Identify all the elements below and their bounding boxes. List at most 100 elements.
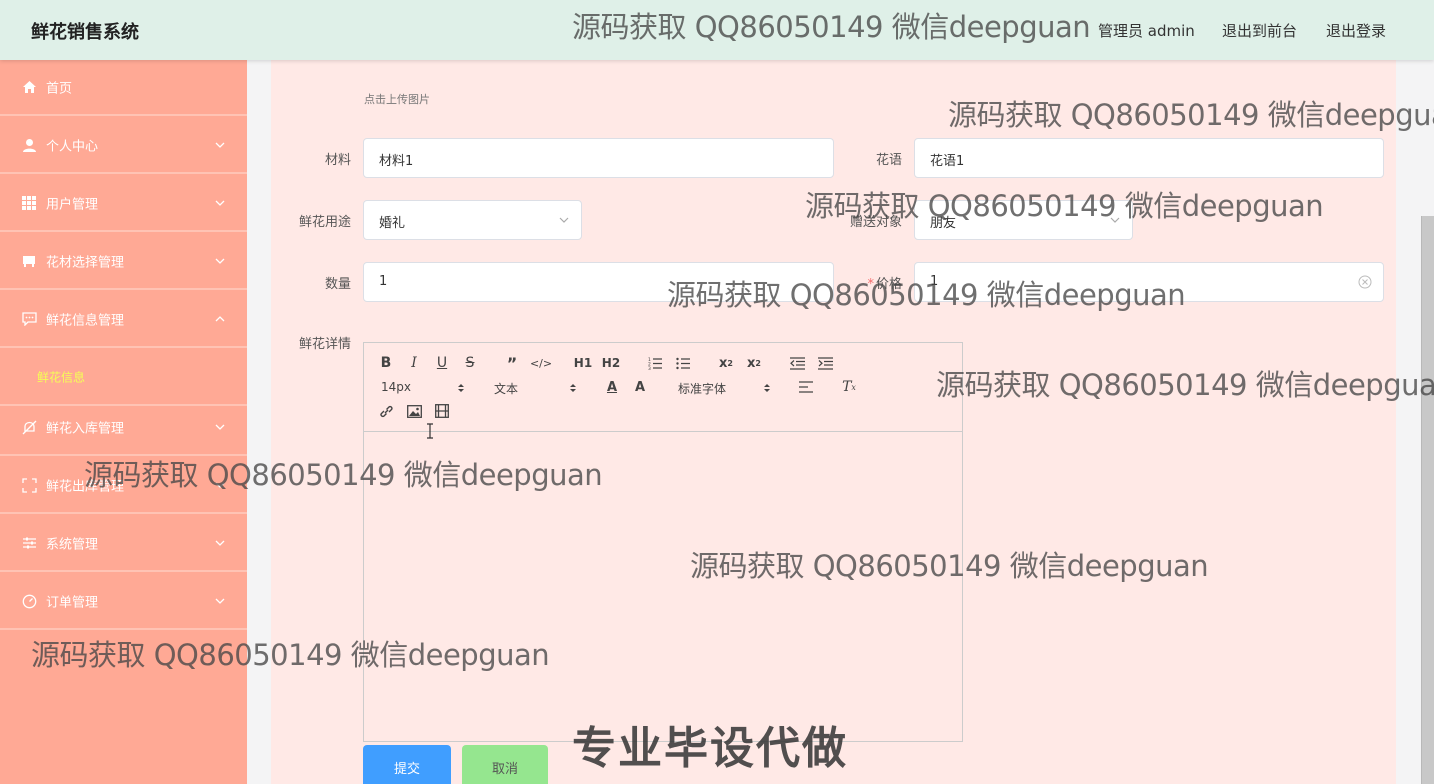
ordered-list-icon[interactable]: 123: [645, 354, 665, 372]
sidebar-item-home[interactable]: 首页: [0, 60, 247, 116]
align-icon[interactable]: [796, 378, 816, 396]
sidebar-item-system[interactable]: 系统管理: [0, 516, 247, 572]
blockquote-icon[interactable]: ”: [502, 354, 522, 373]
watermark: 源码获取 QQ86050149 微信deepguan: [572, 10, 1091, 44]
outdent-icon[interactable]: [787, 354, 807, 372]
svg-text:3: 3: [648, 366, 651, 370]
cancel-button[interactable]: 取消: [462, 745, 548, 784]
superscript-icon[interactable]: x2: [744, 354, 764, 372]
watermark-large: 专业毕设代做: [572, 723, 848, 774]
gauge-icon: [20, 592, 38, 610]
bell-off-icon: [20, 418, 38, 436]
sidebar-item-label: 订单管理: [46, 595, 99, 611]
watermark: 源码获取 QQ86050149 微信deepguan: [805, 189, 1324, 223]
material-field[interactable]: 材料1: [363, 138, 834, 178]
chevron-down-icon: [215, 598, 225, 604]
font-family-value: 标准字体: [678, 382, 727, 396]
heading1-icon[interactable]: H1: [573, 354, 593, 372]
font-color-icon[interactable]: A: [602, 378, 622, 396]
sidebar-item-label: 鲜花入库管理: [46, 421, 125, 437]
watermark-clip: 源码获取 QQ86050149 微信deepguan: [936, 362, 1434, 406]
sidebar-item-label: 系统管理: [46, 537, 99, 553]
home-icon: [20, 78, 38, 96]
sidebar-item-label: 个人中心: [46, 139, 99, 155]
indent-icon[interactable]: [815, 354, 835, 372]
rich-text-editor[interactable]: B I U S ” </> H1 H2 123 x2 x2 14px 文本 A …: [363, 342, 963, 742]
watermark: 源码获取 QQ86050149 微信deepguan: [84, 458, 603, 492]
app-title: 鲜花销售系统: [31, 22, 139, 43]
heading-select[interactable]: 文本: [494, 380, 578, 397]
sidebar-item-profile[interactable]: 个人中心: [0, 118, 247, 174]
user-icon: [20, 136, 38, 154]
watermark: 源码获取 QQ86050149 微信deepguan: [936, 368, 1434, 402]
font-size-select[interactable]: 14px: [381, 380, 465, 394]
watermark: 源码获取 QQ86050149 微信deepguan: [948, 98, 1434, 132]
heading2-icon[interactable]: H2: [601, 354, 621, 372]
sidebar-item-label: 首页: [46, 81, 73, 97]
frame-icon: [20, 476, 38, 494]
material-value: 材料1: [379, 154, 414, 169]
sidebar-subitem-label: 鲜花信息: [37, 370, 86, 385]
sidebar-item-stock-in[interactable]: 鲜花入库管理: [0, 400, 247, 456]
clear-icon[interactable]: [1357, 274, 1373, 290]
sidebar-subitem-flower-info[interactable]: 鲜花信息: [0, 350, 247, 406]
chevron-down-icon: [215, 540, 225, 546]
video-icon[interactable]: [432, 402, 452, 420]
user-label: 管理员 admin: [1098, 22, 1195, 40]
sidebar-item-orders[interactable]: 订单管理: [0, 574, 247, 630]
heading-value: 文本: [494, 382, 519, 396]
chevron-down-icon: [215, 200, 225, 206]
code-icon[interactable]: </>: [530, 354, 552, 372]
subscript-icon[interactable]: x2: [716, 354, 736, 372]
watermark: 源码获取 QQ86050149 微信deepguan: [667, 278, 1186, 312]
details-label: 鲜花详情: [298, 337, 351, 352]
sidebar: 首页 个人中心 用户管理 花材选择管理 鲜花信息管理 鲜花信息 鲜花入库管理 鲜…: [0, 60, 247, 784]
image-icon[interactable]: [404, 402, 424, 420]
sidebar-item-material[interactable]: 花材选择管理: [0, 234, 247, 290]
watermark: 源码获取 QQ86050149 微信deepguan: [690, 549, 1209, 583]
chat-icon: [20, 310, 38, 328]
underline-icon[interactable]: U: [432, 354, 452, 372]
usage-select[interactable]: 婚礼: [363, 200, 582, 240]
sidebar-item-flower-info[interactable]: 鲜花信息管理: [0, 292, 247, 348]
flower-language-label: 花语: [875, 153, 902, 168]
sidebar-item-label: 用户管理: [46, 197, 99, 213]
sidebar-item-label: 鲜花信息管理: [46, 313, 125, 329]
box-icon: [20, 252, 38, 270]
chevron-down-icon: [559, 217, 569, 223]
quantity-value: 1: [379, 274, 388, 289]
updown-arrow-icon: [458, 384, 464, 392]
chevron-down-icon: [215, 142, 225, 148]
font-family-select[interactable]: 标准字体: [678, 380, 772, 397]
watermark: 源码获取 QQ86050149 微信deepguan: [31, 638, 550, 672]
chevron-down-icon: [215, 424, 225, 430]
logout-link[interactable]: 退出登录: [1326, 20, 1386, 41]
flower-language-field[interactable]: 花语1: [914, 138, 1384, 178]
scrollbar[interactable]: [1421, 216, 1434, 784]
chevron-up-icon: [215, 316, 225, 322]
watermark-clip: 源码获取 QQ86050149 微信deepguan: [948, 92, 1434, 136]
front-link[interactable]: 退出到前台: [1222, 20, 1297, 41]
updown-arrow-icon: [764, 384, 770, 392]
flower-language-value: 花语1: [930, 154, 965, 169]
background-color-icon[interactable]: A: [630, 378, 650, 396]
upload-hint[interactable]: 点击上传图片: [364, 91, 430, 107]
usage-label: 鲜花用途: [298, 215, 351, 230]
chevron-down-icon: [215, 258, 225, 264]
clear-format-icon[interactable]: Tx: [839, 378, 859, 396]
italic-icon[interactable]: I: [404, 354, 424, 372]
usage-value: 婚礼: [379, 216, 406, 231]
quantity-label: 数量: [324, 277, 351, 292]
sliders-icon: [20, 534, 38, 552]
submit-button[interactable]: 提交: [363, 745, 451, 784]
editor-toolbar: B I U S ” </> H1 H2 123 x2 x2 14px 文本 A …: [364, 343, 962, 432]
strikethrough-icon[interactable]: S: [460, 354, 480, 372]
bold-icon[interactable]: B: [376, 354, 396, 372]
sidebar-item-users[interactable]: 用户管理: [0, 176, 247, 232]
grid-icon: [20, 194, 38, 212]
link-icon[interactable]: [376, 402, 396, 420]
sidebar-item-label: 花材选择管理: [46, 255, 125, 271]
text-cursor-icon: [427, 423, 433, 439]
bullet-list-icon[interactable]: [673, 354, 693, 372]
font-size-value: 14px: [381, 380, 411, 394]
